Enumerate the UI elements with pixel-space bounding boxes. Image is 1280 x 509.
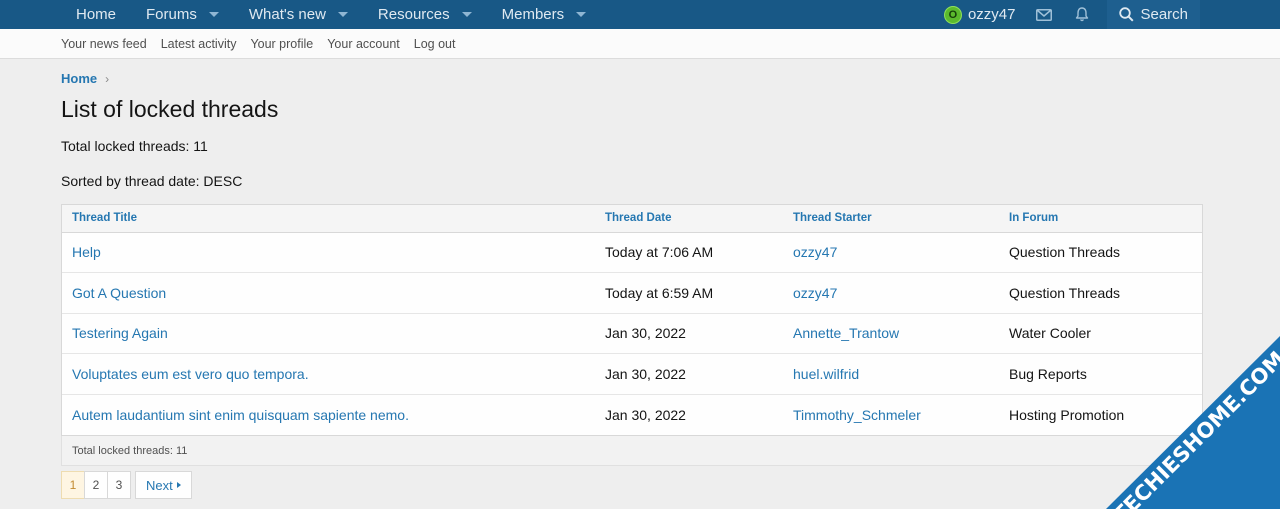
alerts-button[interactable] [1063,0,1101,29]
page-2-button[interactable]: 2 [84,471,108,499]
avatar: O [943,5,962,24]
thread-date: Jan 30, 2022 [595,353,783,395]
subnav-your-account[interactable]: Your account [320,37,407,51]
bell-icon [1076,7,1089,22]
page-title: List of locked threads [61,96,279,122]
thread-starter-link[interactable]: ozzy47 [783,232,999,273]
chevron-down-icon[interactable] [337,12,348,17]
chevron-down-icon[interactable] [576,12,587,17]
thread-starter-link[interactable]: Annette_Trantow [783,313,999,354]
page-1-button[interactable]: 1 [61,471,85,499]
user-menu[interactable]: O ozzy47 [934,0,1026,29]
thread-starter-link[interactable]: ozzy47 [783,272,999,314]
nav-right-group: O ozzy47 Search [934,0,1200,29]
chevron-down-icon[interactable] [461,12,472,17]
thread-starter-link[interactable]: Timmothy_Schmeler [783,394,999,435]
sub-navigation-bar: Your news feed Latest activity Your prof… [0,29,1280,59]
table-row: Got A Question Today at 6:59 AM ozzy47 Q… [62,272,1202,314]
nav-whats-new-label: What's new [248,6,326,23]
main-nav: Home Forums What's new Resources Members [60,0,601,29]
thread-date: Today at 6:59 AM [595,272,783,314]
nav-whats-new[interactable]: What's new [234,0,363,29]
page-3-button[interactable]: 3 [107,471,131,499]
breadcrumb: Home › [61,71,109,86]
breadcrumb-home[interactable]: Home [61,71,97,86]
table-footer-total: Total locked threads: 11 [61,436,1203,466]
thread-title-link[interactable]: Testering Again [62,313,595,354]
header-thread-title[interactable]: Thread Title [62,205,595,233]
total-locked-text: Total locked threads: 11 [61,138,208,154]
top-navigation-bar: Home Forums What's new Resources Members… [0,0,1280,29]
thread-title-link[interactable]: Voluptates eum est vero quo tempora. [62,353,595,395]
chevron-right-icon: › [105,71,110,86]
thread-starter-link[interactable]: huel.wilfrid [783,353,999,395]
inbox-button[interactable] [1025,0,1063,29]
thread-title-link[interactable]: Autem laudantium sint enim quisquam sapi… [62,394,595,435]
subnav-log-out[interactable]: Log out [407,37,463,51]
sort-order-text: Sorted by thread date: DESC [61,173,243,189]
thread-forum: Question Threads [999,232,1202,273]
next-page-label: Next [146,477,173,493]
subnav-your-profile[interactable]: Your profile [243,37,320,51]
username: ozzy47 [967,6,1016,23]
thread-forum: Question Threads [999,272,1202,314]
chevron-right-icon [176,482,181,488]
thread-title-link[interactable]: Help [62,232,595,273]
nav-members-label: Members [501,6,565,23]
search-icon [1119,7,1134,22]
table-row: Testering Again Jan 30, 2022 Annette_Tra… [62,313,1202,354]
table-row: Voluptates eum est vero quo tempora. Jan… [62,353,1202,395]
nav-forums[interactable]: Forums [131,0,234,29]
subnav-latest-activity[interactable]: Latest activity [154,37,244,51]
table-row: Autem laudantium sint enim quisquam sapi… [62,394,1202,435]
techieshome-watermark: TECHIESHOME.COM [1106,336,1280,509]
nav-resources[interactable]: Resources [363,0,487,29]
table-row: Help Today at 7:06 AM ozzy47 Question Th… [62,232,1202,273]
thread-date: Jan 30, 2022 [605,406,686,423]
thread-date: Jan 30, 2022 [595,313,783,354]
locked-threads-table: Thread Title Thread Date Thread Starter … [61,204,1203,436]
nav-home-label: Home [76,6,117,23]
header-thread-date[interactable]: Thread Date [595,205,783,233]
nav-members[interactable]: Members [487,0,602,29]
nav-home[interactable]: Home [60,0,131,29]
search-label: Search [1140,6,1188,23]
table-header-row: Thread Title Thread Date Thread Starter … [62,205,1202,233]
subnav-news-feed[interactable]: Your news feed [54,37,154,51]
chevron-down-icon[interactable] [208,12,219,17]
pagination: 1 2 3 Next [61,471,192,499]
next-page-button[interactable]: Next [135,471,192,499]
search-button[interactable]: Search [1107,0,1200,29]
mail-icon [1036,8,1053,21]
header-thread-starter[interactable]: Thread Starter [783,205,999,233]
header-in-forum[interactable]: In Forum [999,205,1202,233]
subnav-links: Your news feed Latest activity Your prof… [54,29,462,59]
nav-forums-label: Forums [146,6,197,23]
nav-resources-label: Resources [377,6,450,23]
thread-title-link[interactable]: Got A Question [62,272,595,314]
thread-date: Today at 7:06 AM [595,232,783,273]
